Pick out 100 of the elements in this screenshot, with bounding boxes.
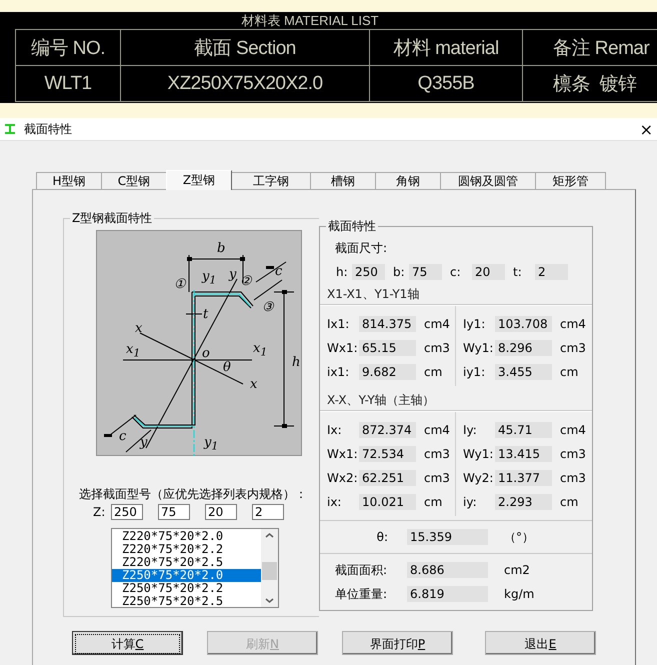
window-title: 截面特性 — [24, 120, 72, 138]
scrollbar-thumb[interactable] — [262, 562, 277, 580]
field-label: Z: — [93, 505, 106, 519]
unit-label: kg/m — [504, 587, 534, 601]
instruction-text: 选择截面型号（应优先选择列表内规格）： — [79, 486, 308, 503]
field-label: Wy1: — [463, 447, 494, 461]
value-field: 72.534 — [359, 446, 416, 462]
group-title: Z型钢截面特性 — [71, 210, 154, 227]
diagram-label: x$_{1}$ — [253, 342, 268, 359]
diagram-label: y — [140, 436, 148, 449]
tab[interactable]: 工字钢 — [231, 172, 311, 189]
unit-label: cm3 — [424, 471, 450, 485]
value-field: 45.71 — [495, 422, 552, 438]
unit-label: cm — [424, 495, 442, 509]
field-label: b: — [393, 265, 406, 279]
list-item[interactable]: Z250*75*20*2.5 — [112, 595, 261, 608]
table-cell: Q355B — [370, 66, 522, 102]
dialog-button[interactable]: 计算C — [72, 631, 183, 655]
table-cell: XZ250X75X20X2.0 — [120, 66, 370, 102]
section-label: X1-X1、Y1-Y1轴 — [327, 286, 420, 303]
tab[interactable]: 角钢 — [375, 172, 441, 189]
table-header-cell: 备注 Remar — [522, 30, 657, 66]
i-beam-icon — [4, 123, 16, 135]
list-item[interactable]: Z220*75*20*2.2 — [112, 543, 261, 556]
field-label: iy1: — [463, 365, 486, 379]
unit-label: cm3 — [424, 341, 450, 355]
table-cell: WLT1 — [16, 66, 120, 102]
unit-label: cm4 — [424, 423, 450, 437]
section-label: 截面尺寸: — [335, 240, 388, 257]
value-field: 103.708 — [495, 316, 552, 332]
table-header-cell: 材料 material — [370, 30, 522, 66]
value-field: 6.819 — [407, 586, 488, 602]
unit-label: cm — [424, 365, 442, 379]
field-label: h: — [336, 265, 349, 279]
field-label: 单位重量: — [334, 586, 388, 602]
close-button[interactable]: × — [636, 120, 657, 138]
unit-label: （°） — [504, 528, 534, 546]
field-label: t: — [513, 265, 523, 279]
field-label: Wx1: — [327, 447, 359, 461]
table-header-cell: 截面 Section — [120, 30, 370, 66]
value-field: 872.374 — [359, 422, 416, 438]
diagram-label: t — [203, 308, 208, 321]
section-label: X-X、Y-Y轴（主轴） — [327, 392, 436, 409]
value-field: 62.251 — [359, 470, 416, 486]
unit-label: cm2 — [504, 563, 530, 577]
value-field: 250 — [352, 264, 385, 280]
unit-label: cm3 — [560, 471, 586, 485]
list-item[interactable]: Z220*75*20*2.0 — [112, 530, 261, 543]
diagram-label: c — [119, 430, 126, 443]
diagram-label: b — [217, 242, 226, 255]
unit-label: cm4 — [424, 317, 450, 331]
unit-label: cm3 — [424, 447, 450, 461]
unit-label: cm4 — [560, 317, 586, 331]
diagram-label: x$_{1}$ — [126, 343, 140, 360]
field-label: Iy1: — [463, 317, 486, 331]
list-box[interactable]: Z220*75*20*2.0 Z220*75*20*2.2 Z220*75*20*2.5 Z250*75*20*2.0 Z250*75*20*2.2 Z250*75*20*2.5 — [111, 528, 279, 608]
field-label: θ: — [376, 530, 389, 544]
field-label: ix: — [327, 495, 342, 509]
dialog-button[interactable]: 退出 E — [485, 631, 596, 655]
table-title: 材料表 MATERIAL LIST — [240, 12, 380, 29]
value-field: 75 — [409, 264, 442, 280]
field-label: Wx1: — [327, 341, 359, 355]
value-field: 15.359 — [407, 529, 488, 545]
diagram-label: ③ — [262, 301, 274, 314]
tab[interactable]: H型钢 — [36, 172, 102, 189]
list-item[interactable]: Z220*75*20*2.5 — [112, 556, 261, 569]
unit-label: cm3 — [560, 341, 586, 355]
value-field: 3.455 — [495, 364, 552, 380]
table-header-cell: 编号 NO. — [16, 30, 120, 66]
field-label: Wx2: — [327, 471, 359, 485]
tab[interactable]: 槽钢 — [310, 172, 376, 189]
input-field[interactable]: 20 — [205, 504, 237, 520]
diagram-label: x — [250, 378, 258, 391]
unit-label: cm — [560, 365, 578, 379]
field-label: iy: — [463, 495, 478, 509]
diagram-label: o — [202, 347, 210, 360]
diagram-label: y — [229, 268, 236, 281]
dialog-button[interactable]: 界面打印P — [342, 631, 453, 655]
diagram-label: θ — [223, 361, 231, 374]
field-label: Wy1: — [463, 341, 494, 355]
input-field[interactable]: 2 — [252, 504, 284, 520]
field-label: Iy: — [463, 423, 478, 437]
unit-label: cm4 — [560, 423, 586, 437]
value-field: 20 — [472, 264, 505, 280]
diagram-label: y$_{1}$ — [204, 436, 218, 453]
list-item[interactable]: Z250*75*20*2.2 — [112, 582, 261, 595]
value-field: 2.293 — [495, 494, 552, 510]
field-label: ix1: — [327, 365, 350, 379]
input-field[interactable]: 75 — [158, 504, 190, 520]
list-item[interactable]: Z250*75*20*2.0 — [112, 569, 261, 582]
tab[interactable]: C型钢 — [101, 172, 167, 189]
field-label: Ix: — [327, 423, 343, 437]
input-field[interactable]: 250 — [111, 504, 143, 520]
tab[interactable]: 矩形管 — [535, 172, 606, 189]
diagram-label: h — [292, 356, 300, 369]
field-label: c: — [450, 265, 462, 279]
tab[interactable]: 圆钢及圆管 — [440, 172, 536, 189]
diagram-label: c — [275, 265, 282, 278]
tab[interactable]: Z型钢 — [166, 170, 232, 190]
value-field: 2 — [535, 264, 568, 280]
